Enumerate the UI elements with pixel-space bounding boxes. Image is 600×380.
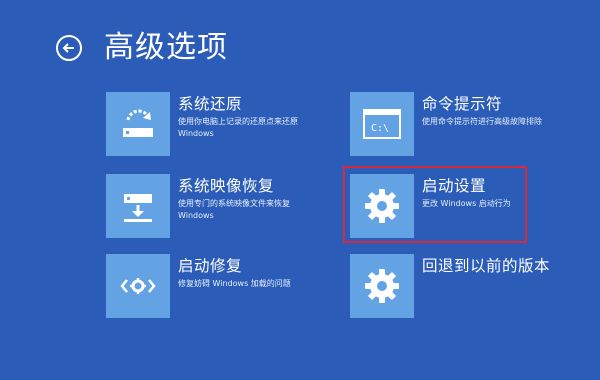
image-recovery-icon xyxy=(106,174,170,238)
option-description: 使用你电脑上记录的还原点来还原 Windows xyxy=(178,117,298,138)
header: 高级选项 xyxy=(56,28,228,68)
startup-repair-icon xyxy=(106,254,170,318)
option-title: 系统还原 xyxy=(178,95,243,113)
option-description: 使用命令提示符进行高级故障排除 xyxy=(422,117,542,126)
option-go-back-previous-version[interactable]: 回退到以前的版本 xyxy=(350,254,590,318)
option-startup-settings[interactable]: 启动设置 更改 Windows 启动行为 xyxy=(350,174,590,238)
option-title: 回退到以前的版本 xyxy=(422,257,551,275)
option-startup-repair[interactable]: 启动修复 修复妨碍 Windows 加载的问题 xyxy=(106,254,346,318)
option-title: 系统映像恢复 xyxy=(178,177,275,195)
page-title: 高级选项 xyxy=(104,30,228,65)
command-prompt-icon: C:\ xyxy=(350,92,414,156)
option-title: 启动设置 xyxy=(422,177,487,195)
option-title: 命令提示符 xyxy=(422,95,503,113)
back-arrow-icon xyxy=(62,43,74,53)
option-command-prompt[interactable]: C:\ 命令提示符 使用命令提示符进行高级故障排除 xyxy=(350,92,590,156)
gear-icon xyxy=(350,254,414,318)
option-system-restore[interactable]: 系统还原 使用你电脑上记录的还原点来还原 Windows xyxy=(106,92,346,156)
restore-icon xyxy=(106,92,170,156)
option-description: 使用专门的系统映像文件来恢复 Windows xyxy=(178,199,290,220)
back-button[interactable] xyxy=(56,35,82,61)
option-system-image-recovery[interactable]: 系统映像恢复 使用专门的系统映像文件来恢复 Windows xyxy=(106,174,346,238)
option-description: 修复妨碍 Windows 加载的问题 xyxy=(178,279,291,288)
cmd-icon-text: C:\ xyxy=(371,123,389,134)
gear-icon xyxy=(350,174,414,238)
option-title: 启动修复 xyxy=(178,257,243,275)
option-description: 更改 Windows 启动行为 xyxy=(422,199,511,208)
